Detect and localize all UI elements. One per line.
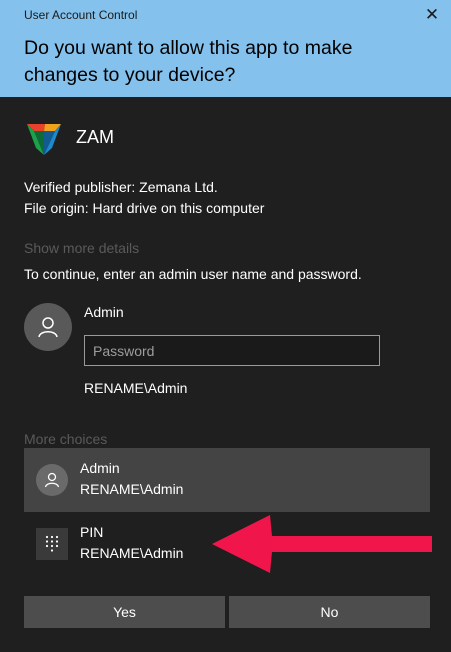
more-choices-label: More choices	[24, 431, 108, 447]
show-more-details-link[interactable]: Show more details	[24, 240, 139, 256]
choice-pin-tile	[36, 528, 68, 560]
keypad-icon	[45, 535, 59, 552]
user-icon	[44, 472, 60, 488]
choice-pin-domain: RENAME\Admin	[80, 545, 184, 561]
no-button[interactable]: No	[229, 596, 430, 628]
red-arrow-icon	[212, 515, 432, 573]
choice-admin[interactable]: Admin RENAME\Admin	[24, 448, 430, 512]
choice-pin-name: PIN	[80, 524, 104, 540]
choice-avatar	[36, 464, 68, 496]
close-button[interactable]: ✕	[418, 2, 446, 28]
domain-label: RENAME\Admin	[84, 380, 188, 396]
close-icon: ✕	[424, 5, 440, 24]
window-title: User Account Control	[24, 8, 138, 22]
yes-button[interactable]: Yes	[24, 596, 225, 628]
app-name: ZAM	[76, 127, 114, 147]
choice-admin-domain: RENAME\Admin	[80, 481, 184, 497]
publisher-info: Verified publisher: Zemana Ltd.	[24, 179, 218, 195]
avatar	[24, 303, 72, 351]
password-input[interactable]	[84, 335, 380, 366]
zam-shield-logo-icon	[27, 124, 61, 155]
uac-question: Do you want to allow this app to make ch…	[24, 37, 353, 86]
choice-admin-name: Admin	[80, 460, 120, 476]
credential-instruction: To continue, enter an admin user name an…	[24, 266, 362, 282]
user-icon	[38, 317, 58, 338]
file-origin-info: File origin: Hard drive on this computer	[24, 200, 265, 216]
username-label: Admin	[84, 304, 124, 320]
